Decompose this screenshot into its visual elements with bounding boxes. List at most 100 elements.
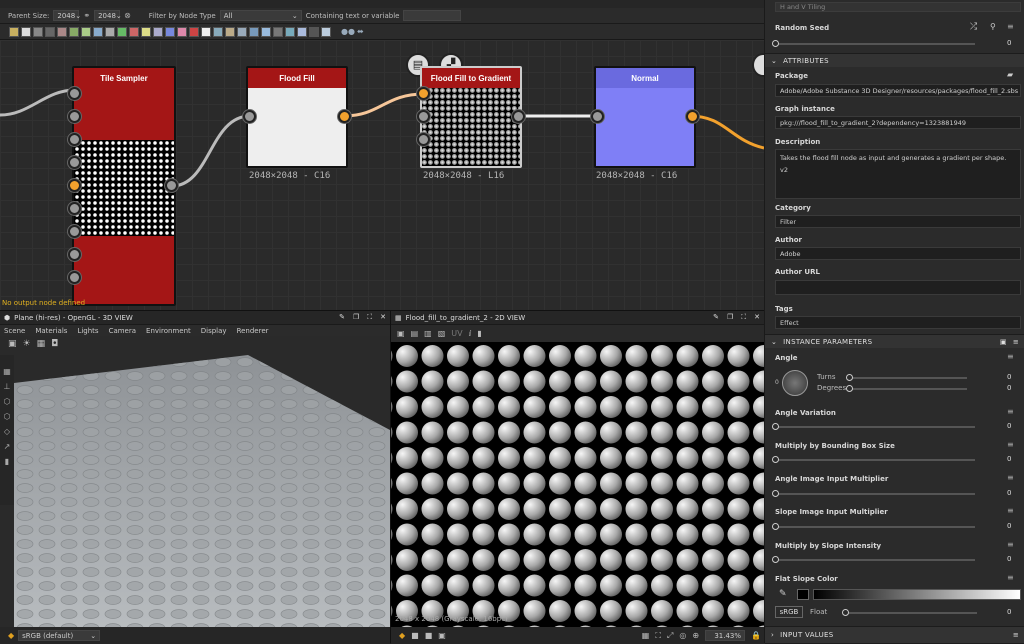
- light-icon[interactable]: ☀: [23, 339, 31, 349]
- hsl-icon[interactable]: [81, 26, 91, 37]
- parent-size-select[interactable]: 2048 ⌄: [53, 10, 81, 21]
- split-icon[interactable]: ⬌: [357, 27, 364, 36]
- channel-icon[interactable]: [45, 26, 55, 37]
- menu-display[interactable]: Display: [201, 327, 227, 335]
- input-pin[interactable]: [591, 110, 604, 123]
- plane-icon[interactable]: ◇: [4, 427, 10, 436]
- colorspace-select[interactable]: sRGB (default) ⌄: [18, 630, 101, 641]
- output-icon[interactable]: [285, 26, 295, 37]
- normal-icon[interactable]: [105, 26, 115, 37]
- grid-icon[interactable]: ▦: [3, 367, 11, 376]
- param-slider[interactable]: [772, 490, 975, 497]
- slider-knob[interactable]: [846, 374, 853, 381]
- input-pin[interactable]: [68, 271, 81, 284]
- environment-icon[interactable]: ▦: [37, 339, 46, 349]
- 2d-viewport[interactable]: [391, 342, 765, 627]
- bake-icon[interactable]: [309, 26, 319, 37]
- function-icon[interactable]: ≡: [1007, 506, 1014, 515]
- transform-icon[interactable]: [117, 26, 127, 37]
- input-pin[interactable]: [68, 133, 81, 146]
- param-slider[interactable]: [772, 423, 975, 430]
- node-flood-fill[interactable]: Flood Fill: [246, 66, 348, 168]
- uv-toggle[interactable]: UV: [451, 329, 462, 338]
- input-pin[interactable]: [417, 133, 430, 146]
- slider-knob[interactable]: [846, 385, 853, 392]
- pin-icon[interactable]: [225, 26, 235, 37]
- containing-input[interactable]: [403, 10, 462, 21]
- layers-icon[interactable]: ◆: [399, 631, 405, 640]
- graph-instance-field[interactable]: pkg:///flood_fill_to_gradient_2?dependen…: [775, 116, 1021, 129]
- info-icon[interactable]: ⅈ: [469, 329, 472, 338]
- input-pin[interactable]: [68, 225, 81, 238]
- param-slider[interactable]: [772, 523, 975, 530]
- srgb-toggle[interactable]: sRGB: [775, 606, 803, 618]
- float-icon[interactable]: ❐: [353, 313, 359, 322]
- input-pin[interactable]: [68, 87, 81, 100]
- levels-icon[interactable]: [93, 26, 103, 37]
- package-field[interactable]: Adobe/Adobe Substance 3D Designer/resour…: [775, 84, 1021, 97]
- section-attributes[interactable]: ⌄ ATTRIBUTES: [765, 53, 1024, 67]
- close-icon[interactable]: ✕: [380, 313, 386, 322]
- category-field[interactable]: Filter: [775, 215, 1021, 228]
- node-tile-sampler[interactable]: Tile Sampler: [72, 66, 176, 306]
- node-normal[interactable]: Normal: [594, 66, 696, 168]
- function-icon[interactable]: ≡: [1007, 540, 1014, 549]
- link-icon[interactable]: ⚲: [990, 22, 996, 31]
- float-icon[interactable]: ❐: [727, 313, 733, 322]
- slider-knob[interactable]: [772, 556, 779, 563]
- cube-icon[interactable]: ⬡: [4, 397, 11, 406]
- random-seed-slider[interactable]: [772, 40, 975, 47]
- section-instance-parameters[interactable]: ⌄ INSTANCE PARAMETERS ▣ ≡: [765, 334, 1024, 348]
- folder-icon[interactable]: ▰: [1007, 70, 1013, 79]
- slider-knob[interactable]: [772, 456, 779, 463]
- gray-ramp[interactable]: [813, 589, 1021, 600]
- slider-knob[interactable]: [772, 523, 779, 530]
- menu-environment[interactable]: Environment: [146, 327, 191, 335]
- function-icon[interactable]: ≡: [1007, 352, 1014, 361]
- layout-icon[interactable]: [249, 26, 259, 37]
- description-field[interactable]: Takes the flood fill node as input and g…: [775, 149, 1021, 199]
- color-swatch[interactable]: [797, 589, 809, 600]
- degrees-slider[interactable]: [846, 385, 967, 392]
- bitmap-icon[interactable]: [189, 26, 199, 37]
- histogram-icon[interactable]: ▮: [5, 457, 9, 466]
- output-pin[interactable]: [512, 110, 525, 123]
- function-icon[interactable]: ≡: [1007, 22, 1014, 31]
- author-field[interactable]: Adobe: [775, 247, 1021, 260]
- param-slider[interactable]: [772, 556, 975, 563]
- tiling-select[interactable]: H and V Tiling: [775, 2, 1021, 12]
- link-icon[interactable]: ⚭: [83, 11, 90, 20]
- blend-icon[interactable]: [21, 26, 31, 37]
- fit-icon[interactable]: ▣: [397, 329, 405, 338]
- align-icon[interactable]: [237, 26, 247, 37]
- function-icon[interactable]: ≡: [1007, 573, 1014, 582]
- gray-swatch[interactable]: ■: [425, 631, 433, 640]
- black-swatch[interactable]: ■: [411, 631, 419, 640]
- float-slider[interactable]: [842, 609, 977, 616]
- gradient-icon[interactable]: [69, 26, 79, 37]
- fx-icon[interactable]: [153, 26, 163, 37]
- output-pin[interactable]: [686, 110, 699, 123]
- param-slider[interactable]: [772, 456, 975, 463]
- comment-icon[interactable]: [213, 26, 223, 37]
- graph-view[interactable]: Tile Sampler Flood Fill 2048×2048 - C16 …: [0, 40, 764, 310]
- warp-icon[interactable]: [129, 26, 139, 37]
- target-icon[interactable]: ◎: [679, 631, 686, 640]
- zoom-field[interactable]: 31.43%: [705, 630, 746, 641]
- slider-knob[interactable]: [772, 40, 779, 47]
- menu-materials[interactable]: Materials: [35, 327, 67, 335]
- angle-dial[interactable]: [782, 370, 808, 396]
- author-url-field[interactable]: [775, 280, 1021, 295]
- close-icon[interactable]: ✕: [754, 313, 760, 322]
- tags-field[interactable]: Effect: [775, 316, 1021, 329]
- output-pin[interactable]: [338, 110, 351, 123]
- export-icon[interactable]: ▤: [411, 329, 419, 338]
- snap-icon[interactable]: [273, 26, 283, 37]
- maximize-icon[interactable]: ⛶: [367, 313, 372, 322]
- axis-icon[interactable]: ⊥: [4, 382, 11, 391]
- zoom-icon[interactable]: ⊕: [692, 631, 699, 640]
- 3d-viewport[interactable]: [14, 355, 390, 627]
- input-pin[interactable]: [68, 156, 81, 169]
- size-select[interactable]: 2048 ⌄: [94, 10, 122, 21]
- copy-icon[interactable]: ▥: [424, 329, 432, 338]
